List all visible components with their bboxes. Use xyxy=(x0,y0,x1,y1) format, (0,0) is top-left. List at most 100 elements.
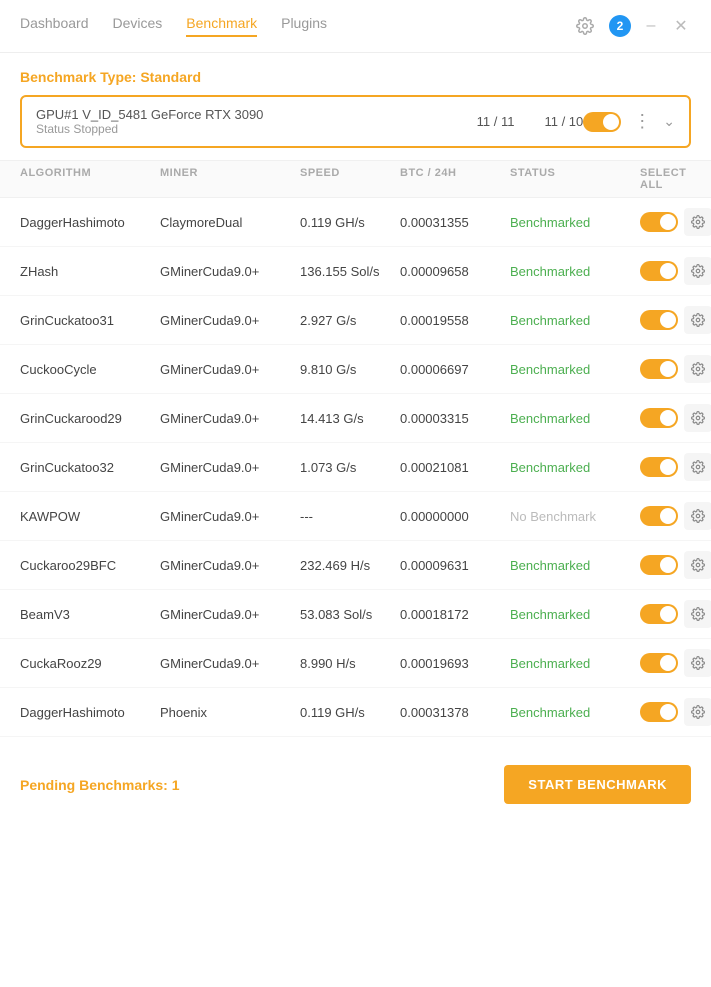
benchmark-type-label: Benchmark Type: xyxy=(20,69,136,85)
row-settings-icon[interactable] xyxy=(684,306,711,334)
cell-miner: GMinerCuda9.0+ xyxy=(160,313,300,328)
cell-algorithm: GrinCuckarood29 xyxy=(20,411,160,426)
table-row: DaggerHashimoto ClaymoreDual 0.119 GH/s … xyxy=(0,198,711,247)
row-toggle[interactable] xyxy=(640,506,678,526)
th-speed: SPEED xyxy=(300,167,400,191)
nav-tabs: Dashboard Devices Benchmark Plugins xyxy=(20,15,571,37)
cell-miner: GMinerCuda9.0+ xyxy=(160,509,300,524)
row-toggle[interactable] xyxy=(640,359,678,379)
gpu-id: GPU#1 V_ID_5481 GeForce RTX 3090 xyxy=(36,107,477,122)
cell-algorithm: GrinCuckatoo32 xyxy=(20,460,160,475)
tab-benchmark[interactable]: Benchmark xyxy=(186,15,257,37)
cell-actions xyxy=(640,502,711,530)
table-row: GrinCuckatoo31 GMinerCuda9.0+ 2.927 G/s … xyxy=(0,296,711,345)
cell-actions xyxy=(640,453,711,481)
settings-button[interactable] xyxy=(571,12,599,40)
gpu-expand-button[interactable]: ⌄ xyxy=(663,113,675,130)
cell-status: No Benchmark xyxy=(510,509,640,524)
gpu-benched-count: 11 / 10 xyxy=(544,114,583,129)
tab-dashboard[interactable]: Dashboard xyxy=(20,15,89,37)
row-settings-icon[interactable] xyxy=(684,600,711,628)
cell-speed: 2.927 G/s xyxy=(300,313,400,328)
cell-actions xyxy=(640,306,711,334)
close-button[interactable]: ✕ xyxy=(671,16,691,36)
cell-miner: GMinerCuda9.0+ xyxy=(160,558,300,573)
cell-status: Benchmarked xyxy=(510,607,640,622)
cell-algorithm: ZHash xyxy=(20,264,160,279)
row-settings-icon[interactable] xyxy=(684,453,711,481)
row-settings-icon[interactable] xyxy=(684,208,711,236)
cell-status: Benchmarked xyxy=(510,313,640,328)
tab-devices[interactable]: Devices xyxy=(113,15,163,37)
benchmark-type-value: Standard xyxy=(140,69,201,85)
cell-miner: GMinerCuda9.0+ xyxy=(160,362,300,377)
row-toggle[interactable] xyxy=(640,653,678,673)
cell-btc: 0.00003315 xyxy=(400,411,510,426)
table-header: ALGORITHM MINER SPEED BTC / 24H STATUS S… xyxy=(0,160,711,198)
cell-btc: 0.00006697 xyxy=(400,362,510,377)
cell-miner: Phoenix xyxy=(160,705,300,720)
cell-status: Benchmarked xyxy=(510,215,640,230)
gpu-menu-button[interactable]: ⋮ xyxy=(629,111,655,132)
cell-status: Benchmarked xyxy=(510,460,640,475)
row-settings-icon[interactable] xyxy=(684,649,711,677)
cell-algorithm: Cuckaroo29BFC xyxy=(20,558,160,573)
cell-algorithm: BeamV3 xyxy=(20,607,160,622)
cell-speed: 136.155 Sol/s xyxy=(300,264,400,279)
cell-btc: 0.00031378 xyxy=(400,705,510,720)
footer: Pending Benchmarks: 1 START BENCHMARK xyxy=(0,745,711,824)
row-settings-icon[interactable] xyxy=(684,355,711,383)
cell-actions xyxy=(640,649,711,677)
row-toggle[interactable] xyxy=(640,702,678,722)
cell-miner: GMinerCuda9.0+ xyxy=(160,264,300,279)
start-benchmark-button[interactable]: START BENCHMARK xyxy=(504,765,691,804)
gpu-enabled-count: 11 / 11 xyxy=(477,114,515,129)
row-toggle[interactable] xyxy=(640,310,678,330)
cell-btc: 0.00009631 xyxy=(400,558,510,573)
table-row: CuckaRooz29 GMinerCuda9.0+ 8.990 H/s 0.0… xyxy=(0,639,711,688)
cell-speed: 0.119 GH/s xyxy=(300,215,400,230)
cell-speed: 14.413 G/s xyxy=(300,411,400,426)
gpu-stats: 11 / 11 11 / 10 xyxy=(477,114,584,129)
header: Dashboard Devices Benchmark Plugins 2 – … xyxy=(0,0,711,53)
cell-btc: 0.00009658 xyxy=(400,264,510,279)
table-row: DaggerHashimoto Phoenix 0.119 GH/s 0.000… xyxy=(0,688,711,737)
row-toggle[interactable] xyxy=(640,555,678,575)
gpu-toggle[interactable] xyxy=(583,112,621,132)
row-settings-icon[interactable] xyxy=(684,502,711,530)
cell-actions xyxy=(640,257,711,285)
cell-algorithm: CuckaRooz29 xyxy=(20,656,160,671)
gpu-info: GPU#1 V_ID_5481 GeForce RTX 3090 Status … xyxy=(36,107,477,136)
cell-speed: 9.810 G/s xyxy=(300,362,400,377)
row-toggle[interactable] xyxy=(640,457,678,477)
row-settings-icon[interactable] xyxy=(684,404,711,432)
cell-algorithm: KAWPOW xyxy=(20,509,160,524)
cell-miner: GMinerCuda9.0+ xyxy=(160,656,300,671)
row-settings-icon[interactable] xyxy=(684,698,711,726)
minimize-button[interactable]: – xyxy=(641,16,661,36)
row-settings-icon[interactable] xyxy=(684,551,711,579)
row-toggle[interactable] xyxy=(640,212,678,232)
cell-actions xyxy=(640,600,711,628)
tab-plugins[interactable]: Plugins xyxy=(281,15,327,37)
cell-algorithm: DaggerHashimoto xyxy=(20,215,160,230)
cell-status: Benchmarked xyxy=(510,558,640,573)
cell-status: Benchmarked xyxy=(510,362,640,377)
cell-status: Benchmarked xyxy=(510,656,640,671)
table-row: CuckooCycle GMinerCuda9.0+ 9.810 G/s 0.0… xyxy=(0,345,711,394)
cell-actions xyxy=(640,551,711,579)
row-settings-icon[interactable] xyxy=(684,257,711,285)
cell-btc: 0.00019693 xyxy=(400,656,510,671)
row-toggle[interactable] xyxy=(640,408,678,428)
cell-btc: 0.00000000 xyxy=(400,509,510,524)
row-toggle[interactable] xyxy=(640,261,678,281)
cell-algorithm: DaggerHashimoto xyxy=(20,705,160,720)
notification-badge[interactable]: 2 xyxy=(609,15,631,37)
gpu-card: GPU#1 V_ID_5481 GeForce RTX 3090 Status … xyxy=(20,95,691,148)
cell-btc: 0.00021081 xyxy=(400,460,510,475)
row-toggle[interactable] xyxy=(640,604,678,624)
th-algorithm: ALGORITHM xyxy=(20,167,160,191)
gpu-status: Status Stopped xyxy=(36,122,477,136)
header-controls: 2 – ✕ xyxy=(571,12,691,40)
cell-status: Benchmarked xyxy=(510,705,640,720)
